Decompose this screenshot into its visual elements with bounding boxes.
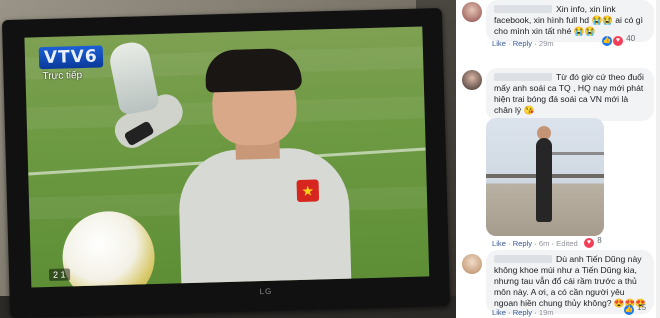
tv-brand-logo: LG: [259, 286, 273, 297]
avatar[interactable]: [462, 2, 482, 22]
goalkeeper-hair: [204, 47, 302, 93]
reply-link[interactable]: Reply: [513, 239, 532, 248]
reply-link[interactable]: Reply: [513, 39, 532, 48]
like-reaction-icon: 👍: [602, 36, 612, 46]
like-link[interactable]: Like: [492, 39, 506, 48]
scoreboard: 2 1: [48, 268, 70, 281]
photo-person: [536, 138, 552, 222]
goalkeeper-jersey: [177, 146, 352, 288]
commenter-name[interactable]: [494, 255, 552, 263]
comment-time[interactable]: 19m: [539, 308, 554, 317]
comment-actions: Like · Reply · 6m · Edited: [492, 239, 578, 248]
reaction-summary[interactable]: 👍 ♥ 40: [602, 34, 635, 46]
reaction-summary[interactable]: ♥ 8: [584, 236, 602, 248]
reply-link[interactable]: Reply: [513, 308, 532, 317]
love-reaction-icon: ♥: [584, 238, 594, 248]
tv-screen: ★ VTV6 Trực tiếp 2 1: [24, 26, 430, 288]
comments-panel: Xin info, xin link facebook, xin hình fu…: [456, 0, 660, 318]
channel-logo: VTV6 Trực tiếp: [38, 45, 104, 83]
like-link[interactable]: Like: [492, 308, 506, 317]
like-link[interactable]: Like: [492, 239, 506, 248]
vietnam-flag-badge-icon: ★: [296, 179, 320, 203]
commenter-name[interactable]: [494, 5, 552, 13]
avatar[interactable]: [462, 70, 482, 90]
comment-time[interactable]: 29m: [539, 39, 554, 48]
comment-actions: Like · Reply · 19m: [492, 308, 554, 317]
tv-photo: ★ VTV6 Trực tiếp 2 1 LG: [0, 0, 456, 318]
commenter-name[interactable]: [494, 73, 552, 81]
football: [61, 210, 156, 288]
love-reaction-icon: ♥: [613, 36, 623, 46]
scrollbar[interactable]: [656, 0, 660, 318]
comment-time[interactable]: 6m: [539, 239, 550, 248]
reaction-count: 8: [597, 236, 602, 245]
comment-photo[interactable]: [486, 118, 604, 236]
reaction-count: 40: [626, 34, 636, 43]
channel-logo-text: VTV6: [38, 45, 104, 70]
avatar[interactable]: [462, 254, 482, 274]
like-reaction-icon: 👍: [624, 305, 634, 315]
reaction-summary[interactable]: 👍 15: [624, 303, 646, 315]
reaction-count: 15: [637, 303, 647, 312]
edited-label[interactable]: Edited: [556, 239, 578, 248]
live-label: Trực tiếp: [42, 69, 83, 83]
comment-bubble: Từ đó giờ cứ theo đuổi mấy anh soái ca T…: [486, 68, 654, 121]
comment-actions: Like · Reply · 29m: [492, 39, 554, 48]
television: ★ VTV6 Trực tiếp 2 1 LG: [1, 7, 451, 318]
